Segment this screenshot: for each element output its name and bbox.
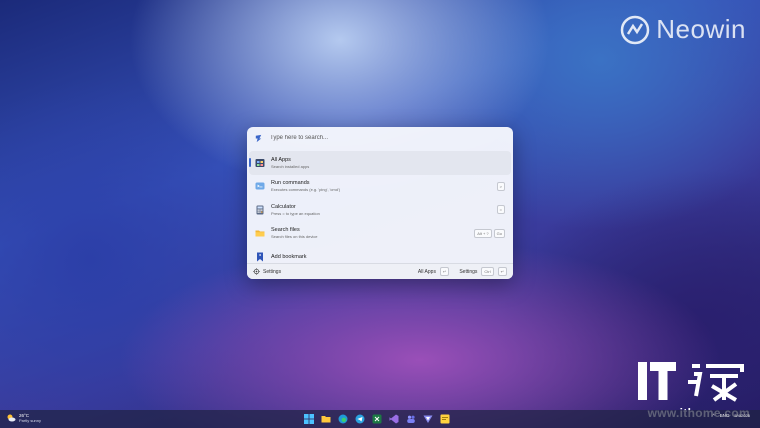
result-item-all-apps[interactable]: All Apps Search installed apps [249, 151, 511, 175]
footer-action-settings[interactable]: Settings Ctrl ↵ [459, 267, 507, 276]
footer-action-label: Settings [459, 268, 478, 275]
result-list: All Apps Search installed apps Run comma… [247, 149, 513, 269]
result-title: Run commands [271, 180, 310, 187]
file-explorer-icon[interactable] [320, 413, 332, 425]
result-item-calculator[interactable]: Calculator Press = to type an equation = [249, 198, 511, 222]
language-indicator[interactable]: ENG [720, 413, 730, 418]
taskbar-pinned-apps [303, 413, 451, 425]
result-item-search-files[interactable]: Search files Search files on this device… [249, 222, 511, 246]
run-command-icon [255, 182, 265, 190]
launcher-window: All Apps Search installed apps Run comma… [247, 127, 513, 279]
result-title: Calculator [271, 203, 296, 210]
shortcut-key: > [496, 181, 505, 191]
result-title: Search files [271, 227, 300, 234]
neowin-watermark: Neowin [620, 14, 746, 45]
all-apps-icon [255, 158, 265, 167]
result-subtitle: Search files on this device [271, 234, 318, 240]
enter-key-hint: ↵ [497, 267, 507, 276]
shortcut-key: = [496, 205, 505, 215]
telegram-icon[interactable] [354, 413, 366, 425]
shortcut-key: Go [493, 228, 505, 238]
footer-settings-label: Settings [263, 268, 282, 275]
shortcut-hint: > [495, 181, 505, 191]
system-tray: ^ ENG 5/4/2025 [713, 413, 750, 418]
folder-icon [255, 230, 265, 237]
result-title: Add bookmark [271, 253, 307, 260]
edge-icon[interactable] [337, 413, 349, 425]
result-title: All Apps [271, 156, 291, 163]
partly-sunny-icon [7, 414, 16, 422]
neowin-wordmark: Neowin [656, 14, 746, 44]
sticky-notes-icon[interactable] [439, 413, 451, 425]
result-subtitle: Press = to type an equation [271, 210, 320, 216]
neowin-logo-icon [621, 15, 650, 44]
result-item-run-commands[interactable]: Run commands Executes commands (e.g. 'pi… [249, 175, 511, 199]
weather-widget[interactable]: 26°C Partly sunny [6, 413, 41, 423]
footer-settings-button[interactable]: Settings [253, 268, 418, 275]
clock-date: 5/4/2025 [734, 413, 750, 418]
teams-icon[interactable] [405, 413, 417, 425]
excel-icon[interactable] [371, 413, 383, 425]
clock[interactable]: 5/4/2025 [734, 413, 750, 418]
chevron-up-icon[interactable]: ^ [713, 413, 715, 418]
footer-action-label: All Apps [417, 268, 436, 275]
shortcut-key: Alt + ? [474, 228, 492, 238]
windows-start-icon[interactable] [303, 413, 315, 425]
shortcut-hint: = [495, 205, 505, 215]
taskbar: 26°C Partly sunny ^ ENG 5/4/2025 [0, 410, 760, 428]
gear-icon [253, 268, 260, 275]
calculator-icon [256, 205, 264, 215]
vivaldi-icon[interactable] [422, 413, 434, 425]
footer-action-all-apps[interactable]: All Apps ↵ [417, 267, 450, 276]
footer-actions: All Apps ↵ Settings Ctrl ↵ [418, 267, 507, 276]
result-subtitle: Executes commands (e.g. 'ping', 'cmd') [271, 187, 341, 193]
shortcut-hint: Alt + ? Go [472, 228, 505, 238]
search-bar [247, 127, 513, 149]
visual-studio-icon[interactable] [388, 413, 400, 425]
ithome-logo-icon [638, 362, 744, 402]
launcher-footer: Settings All Apps ↵ Settings Ctrl ↵ [247, 263, 513, 279]
result-subtitle: Search installed apps [271, 163, 310, 169]
search-input[interactable] [270, 135, 490, 141]
bookmark-icon [257, 252, 263, 262]
weather-description: Partly sunny [19, 418, 42, 423]
enter-key-hint: ↵ [439, 267, 450, 276]
launcher-logo-icon [255, 134, 262, 142]
ctrl-key-hint: Ctrl [481, 267, 494, 276]
